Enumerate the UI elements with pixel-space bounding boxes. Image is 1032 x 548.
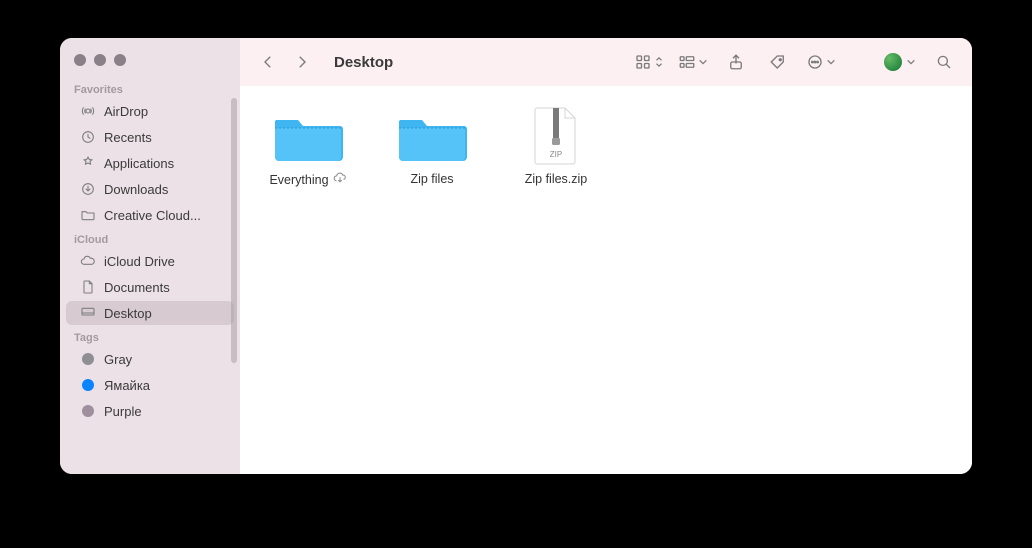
- sidebar-item-label: Purple: [104, 404, 142, 419]
- zoom-dot[interactable]: [114, 54, 126, 66]
- search-button[interactable]: [930, 48, 958, 76]
- tag-icon: [80, 377, 96, 393]
- document-icon: [80, 279, 96, 295]
- file-label: Everything: [269, 172, 346, 187]
- sidebar-item-ямайка[interactable]: Ямайка: [66, 373, 234, 397]
- sidebar-item-documents[interactable]: Documents: [66, 275, 234, 299]
- sidebar-item-label: Applications: [104, 156, 174, 171]
- close-dot[interactable]: [74, 54, 86, 66]
- recents-icon: [80, 129, 96, 145]
- file-item[interactable]: Everything: [258, 106, 358, 187]
- sidebar-item-label: Gray: [104, 352, 132, 367]
- file-item[interactable]: ZIP Zip files.zip: [506, 106, 606, 186]
- minimize-dot[interactable]: [94, 54, 106, 66]
- sidebar-scrollbar[interactable]: [231, 98, 237, 363]
- content-area[interactable]: Everything Zip files ZIP Zip files.zip: [240, 86, 972, 474]
- svg-text:ZIP: ZIP: [550, 150, 562, 159]
- view-options-button[interactable]: [634, 48, 664, 76]
- file-label: Zip files.zip: [525, 172, 588, 186]
- sidebar-item-icloud-drive[interactable]: iCloud Drive: [66, 249, 234, 273]
- sidebar-item-airdrop[interactable]: AirDrop: [66, 99, 234, 123]
- back-button[interactable]: [254, 48, 282, 76]
- sidebar-section-title: Tags: [60, 326, 240, 346]
- tags-button[interactable]: [764, 48, 792, 76]
- desktop-icon: [80, 305, 96, 321]
- downloads-icon: [80, 181, 96, 197]
- sidebar-item-desktop[interactable]: Desktop: [66, 301, 234, 325]
- airdrop-icon: [80, 103, 96, 119]
- sidebar-item-label: iCloud Drive: [104, 254, 175, 269]
- profile-avatar: [884, 53, 902, 71]
- forward-button[interactable]: [288, 48, 316, 76]
- finder-window: Favorites AirDrop Recents Applications Downl…: [60, 38, 972, 474]
- sidebar-section-title: iCloud: [60, 228, 240, 248]
- sidebar-item-applications[interactable]: Applications: [66, 151, 234, 175]
- icloud-icon: [80, 253, 96, 269]
- cloud-download-icon: [333, 172, 347, 187]
- toolbar: Desktop: [240, 38, 972, 86]
- group-button[interactable]: [678, 48, 708, 76]
- tag-icon: [80, 351, 96, 367]
- sidebar-item-gray[interactable]: Gray: [66, 347, 234, 371]
- folder-icon: [393, 106, 471, 166]
- share-button[interactable]: [722, 48, 750, 76]
- sidebar-item-label: Creative Cloud...: [104, 208, 201, 223]
- applications-icon: [80, 155, 96, 171]
- sidebar-item-label: AirDrop: [104, 104, 148, 119]
- file-label: Zip files: [410, 172, 453, 186]
- zip-file-icon: ZIP: [517, 106, 595, 166]
- file-item[interactable]: Zip files: [382, 106, 482, 186]
- folder-icon: [269, 106, 347, 166]
- profile-button[interactable]: [884, 48, 916, 76]
- sidebar-item-label: Ямайка: [104, 378, 150, 393]
- sidebar-item-recents[interactable]: Recents: [66, 125, 234, 149]
- tag-icon: [80, 403, 96, 419]
- folder-icon: [80, 207, 96, 223]
- window-controls: [60, 48, 240, 78]
- sidebar-item-label: Documents: [104, 280, 170, 295]
- sidebar-item-purple[interactable]: Purple: [66, 399, 234, 423]
- action-menu-button[interactable]: [806, 48, 836, 76]
- sidebar-item-label: Downloads: [104, 182, 168, 197]
- sidebar-item-label: Desktop: [104, 306, 152, 321]
- sidebar: Favorites AirDrop Recents Applications Downl…: [60, 38, 240, 474]
- sidebar-section-title: Favorites: [60, 78, 240, 98]
- window-title: Desktop: [334, 54, 393, 71]
- main-area: Desktop: [240, 38, 972, 474]
- sidebar-item-label: Recents: [104, 130, 152, 145]
- toolbar-right: [634, 48, 958, 76]
- sidebar-item-creative-cloud-[interactable]: Creative Cloud...: [66, 203, 234, 227]
- sidebar-item-downloads[interactable]: Downloads: [66, 177, 234, 201]
- nav-buttons: [254, 48, 316, 76]
